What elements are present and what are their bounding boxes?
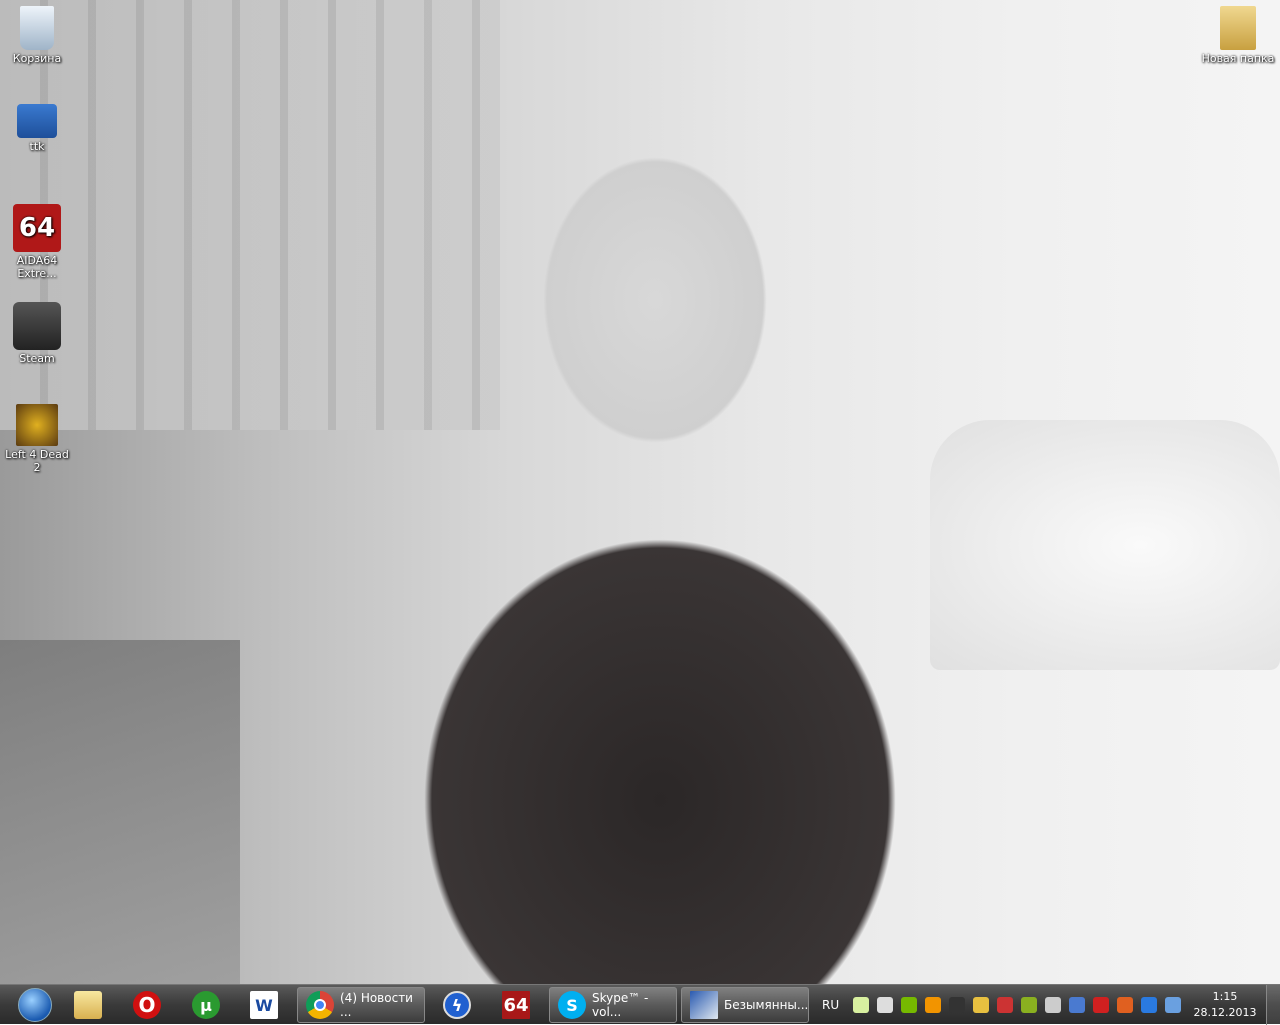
- tray-icon[interactable]: [997, 997, 1013, 1013]
- clock-time: 1:15: [1212, 990, 1238, 1003]
- task-chrome[interactable]: (4) Новости ...: [297, 987, 425, 1023]
- icon-label: Корзина: [12, 52, 62, 65]
- recycle-bin-icon: [20, 6, 54, 50]
- show-desktop-button[interactable]: [1266, 985, 1280, 1025]
- task-label: (4) Новости ...: [340, 991, 413, 1019]
- desktop-icon-left4dead2[interactable]: Left 4 Dead 2: [0, 404, 74, 474]
- desktop-icon-ttk[interactable]: ttk: [0, 104, 74, 153]
- tray-icon[interactable]: [973, 997, 989, 1013]
- skype-icon: S: [558, 991, 586, 1019]
- folder-icon: [74, 991, 102, 1019]
- icon-label: Left 4 Dead 2: [5, 448, 69, 474]
- language-indicator[interactable]: RU: [822, 987, 839, 1023]
- language-label: RU: [822, 998, 840, 1012]
- wallpaper-railing: [0, 640, 240, 984]
- tray-icon[interactable]: [1117, 997, 1133, 1013]
- task-skype[interactable]: S Skype™ - vol...: [549, 987, 677, 1023]
- icon-label: AIDA64 Extre...: [16, 254, 58, 280]
- network-computer-icon: [17, 104, 57, 138]
- desktop-icon-recycle-bin[interactable]: Корзина: [0, 6, 74, 65]
- clock-date: 28.12.2013: [1193, 1006, 1257, 1019]
- windows-logo-icon: [18, 988, 52, 1022]
- task-label: Skype™ - vol...: [592, 991, 649, 1019]
- desktop-wallpaper: [0, 0, 1280, 984]
- left4dead2-icon: [16, 404, 58, 446]
- pinned-opera[interactable]: O: [122, 987, 172, 1023]
- aida64-icon: 64: [13, 204, 61, 252]
- pinned-explorer[interactable]: [63, 987, 113, 1023]
- steam-icon: [13, 302, 61, 350]
- tray-icon[interactable]: [877, 997, 893, 1013]
- tray-icon[interactable]: [925, 997, 941, 1013]
- icon-label: ttk: [29, 140, 45, 153]
- word-icon: W: [250, 991, 278, 1019]
- desktop-icon-steam[interactable]: Steam: [0, 302, 74, 365]
- task-label: Безымянны...: [724, 998, 809, 1012]
- task-paint[interactable]: Безымянны...: [681, 987, 809, 1023]
- icon-label: Steam: [19, 352, 55, 365]
- icon-label: Новая папка: [1201, 52, 1275, 65]
- tray-icon[interactable]: [1069, 997, 1085, 1013]
- utorrent-icon: µ: [192, 991, 220, 1019]
- chrome-icon: [306, 991, 334, 1019]
- tray-icon[interactable]: [1045, 997, 1061, 1013]
- opera-icon: O: [133, 991, 161, 1019]
- pinned-aida64[interactable]: 64: [491, 987, 541, 1023]
- daemon-tools-icon: ϟ: [443, 991, 471, 1019]
- pinned-word[interactable]: W: [239, 987, 289, 1023]
- desktop-icon-aida64[interactable]: 64 AIDA64 Extre...: [0, 204, 74, 280]
- clock[interactable]: 1:15 28.12.2013: [1190, 989, 1260, 1021]
- taskbar: O µ W (4) Новости ... ϟ 64 S Skype™ - vo…: [0, 984, 1280, 1025]
- aida64-icon: 64: [502, 991, 530, 1019]
- wallpaper-building: [0, 0, 500, 430]
- pinned-daemon-tools[interactable]: ϟ: [432, 987, 482, 1023]
- wallpaper-cars: [930, 420, 1280, 670]
- desktop-icon-new-folder[interactable]: Новая папка: [1198, 6, 1278, 65]
- tray-icon[interactable]: [1021, 997, 1037, 1013]
- start-button[interactable]: [8, 987, 62, 1023]
- tray-icon[interactable]: [949, 997, 965, 1013]
- folder-icon: [1220, 6, 1256, 50]
- pinned-utorrent[interactable]: µ: [181, 987, 231, 1023]
- paint-icon: [690, 991, 718, 1019]
- tray-icon[interactable]: [1165, 997, 1181, 1013]
- tray-icon[interactable]: [901, 997, 917, 1013]
- tray-icon[interactable]: [1093, 997, 1109, 1013]
- tray-icon[interactable]: [853, 997, 869, 1013]
- tray-icon[interactable]: [1141, 997, 1157, 1013]
